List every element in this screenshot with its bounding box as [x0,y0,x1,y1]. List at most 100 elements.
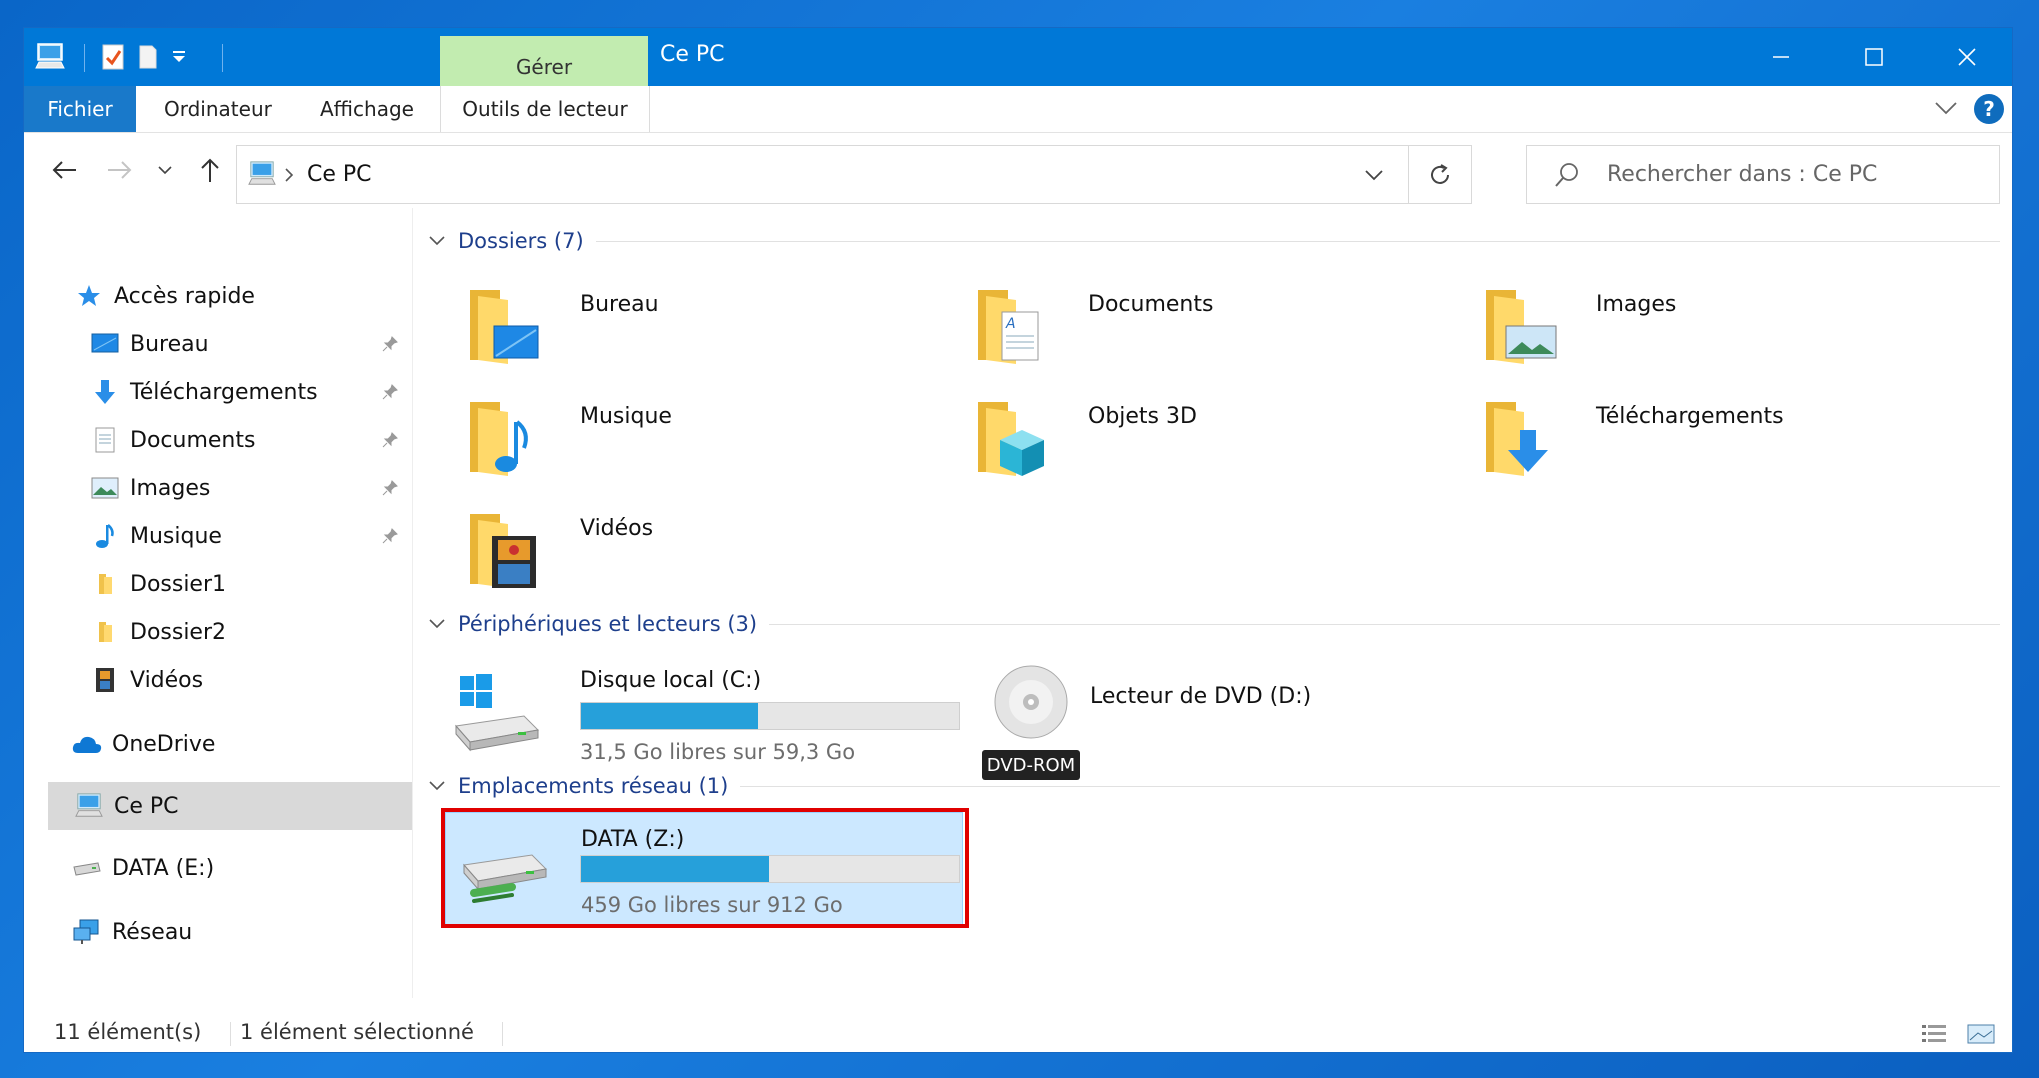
nav-bureau[interactable]: Bureau [90,322,209,366]
nav-label: DATA (E:) [112,855,215,881]
nav-label: Images [130,475,211,501]
nav-onedrive[interactable]: OneDrive [72,722,215,766]
nav-label: Documents [130,427,256,453]
windows-drive-icon [455,674,540,752]
close-icon [1957,48,1976,66]
properties-icon[interactable] [100,40,126,74]
svg-text:A: A [1005,316,1016,332]
tab-outils-de-lecteur[interactable]: Outils de lecteur [440,86,650,132]
close-button[interactable] [1920,28,2012,86]
nav-label: Réseau [112,919,193,945]
maximize-button[interactable] [1827,28,1920,86]
breadcrumb-separator-icon [283,166,295,188]
nav-documents[interactable]: Documents [90,418,255,462]
pc-icon [74,791,104,821]
folder-bureau[interactable]: Bureau [464,280,944,390]
drive-c[interactable]: Disque local (C:) 31,5 Go libres sur 59,… [452,664,972,784]
network-icon [72,917,102,947]
pc-icon [247,160,277,192]
nav-label: Musique [130,523,222,549]
tab-fichier[interactable]: Fichier [24,86,136,132]
search-box[interactable]: Rechercher dans : Ce PC [1526,145,2000,204]
nav-telechargements[interactable]: Téléchargements [90,370,318,414]
breadcrumb-this-pc[interactable]: Ce PC [307,162,372,187]
pin-icon[interactable] [378,428,402,452]
nav-data-e[interactable]: DATA (E:) [72,846,214,890]
folder-musique[interactable]: Musique [464,392,944,502]
ribbon-tabs: Fichier Ordinateur Affichage Outils de l… [24,86,2012,133]
tab-affichage[interactable]: Affichage [320,86,414,132]
item-label: Bureau [580,292,659,317]
pin-icon[interactable] [378,380,402,404]
pin-icon[interactable] [378,524,402,548]
large-icons-view-button[interactable] [1966,1022,1996,1050]
drive-dvd[interactable]: DVD-ROM Lecteur de DVD (D:) [982,664,1462,784]
nav-dossier2[interactable]: Dossier2 [90,610,226,654]
item-count: 11 élément(s) [54,1020,202,1044]
up-button[interactable] [192,152,228,188]
cloud-icon [72,729,102,759]
nav-label: Accès rapide [114,283,255,309]
back-button[interactable] [46,152,82,188]
images-folder-icon [1486,290,1557,364]
cube-folder-icon [978,402,1044,476]
video-folder-icon [470,514,536,588]
group-header-devices[interactable]: Périphériques et lecteurs (3) [428,612,2000,636]
chevron-down-icon [1935,102,1957,115]
nav-images[interactable]: Images [90,466,210,510]
dvd-icon [994,665,1068,739]
music-icon [90,521,120,551]
group-label: Périphériques et lecteurs (3) [458,612,758,636]
nav-reseau[interactable]: Réseau [72,910,192,954]
desktop-folder-icon [470,290,539,364]
customize-toolbar-icon[interactable] [170,40,188,74]
manage-tab[interactable]: Gérer [440,36,648,86]
folder-icon [90,569,120,599]
folder-documents[interactable]: A Documents [972,280,1452,390]
item-label: Objets 3D [1088,404,1197,429]
star-icon [74,281,104,311]
tab-ordinateur[interactable]: Ordinateur [164,86,272,132]
selection-count: 1 élément sélectionné [240,1020,474,1044]
new-folder-icon[interactable] [136,40,160,74]
group-label: Dossiers (7) [458,229,584,253]
film-icon [90,665,120,695]
nav-label: Dossier2 [130,619,227,645]
folder-objets-3d[interactable]: Objets 3D [972,392,1452,502]
pin-icon[interactable] [378,476,402,500]
forward-button[interactable] [102,152,138,188]
details-view-button[interactable] [1920,1022,1948,1050]
address-dropdown-button[interactable] [1363,166,1385,188]
arrow-up-icon [201,158,219,182]
item-label: Vidéos [580,516,654,541]
expand-ribbon-button[interactable] [1934,98,1958,122]
chevron-down-icon [429,781,445,791]
drive-c-usage-bar [580,702,960,730]
folder-telechargements[interactable]: Téléchargements [1480,392,1960,502]
address-bar[interactable]: Ce PC [236,145,1409,204]
nav-quick-access[interactable]: Accès rapide [74,274,255,318]
pin-icon[interactable] [378,332,402,356]
drive-icon [72,853,102,883]
minimize-button[interactable] [1734,28,1827,86]
nav-musique[interactable]: Musique [90,514,222,558]
help-icon[interactable]: ? [1974,94,2004,124]
item-label: Musique [580,404,672,429]
group-header-folders[interactable]: Dossiers (7) [428,229,2000,253]
maximize-icon [1864,48,1883,66]
nav-videos[interactable]: Vidéos [90,658,203,702]
nav-this-pc[interactable]: Ce PC [48,782,412,830]
search-input[interactable]: Rechercher dans : Ce PC [1607,162,1877,187]
nav-label: Bureau [130,331,209,357]
desktop-icon [90,329,120,359]
folder-images[interactable]: Images [1480,280,1960,390]
nav-dossier1[interactable]: Dossier1 [90,562,226,606]
group-header-network[interactable]: Emplacements réseau (1) [428,774,2000,798]
refresh-button[interactable] [1408,145,1472,204]
folder-videos[interactable]: Vidéos [464,504,944,614]
recent-locations-button[interactable] [154,152,176,188]
pc-icon[interactable] [34,40,66,74]
nav-label: Ce PC [114,793,179,819]
nav-label: Téléchargements [130,379,318,405]
window-title: Ce PC [660,42,725,67]
